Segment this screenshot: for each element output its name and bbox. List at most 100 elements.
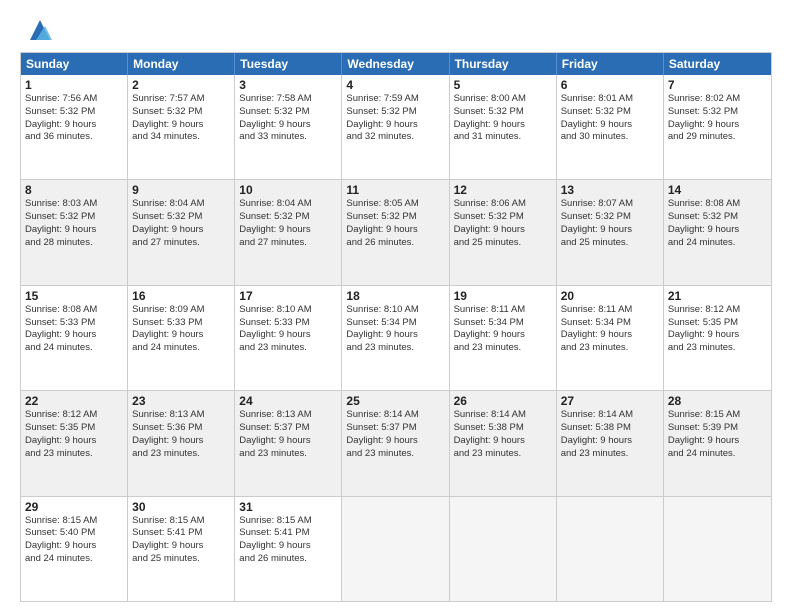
cell-line: Sunrise: 8:11 AM — [561, 304, 659, 317]
calendar-row-2: 8Sunrise: 8:03 AMSunset: 5:32 PMDaylight… — [21, 179, 771, 284]
day-number: 8 — [25, 183, 123, 197]
cell-line: Sunrise: 8:14 AM — [454, 409, 552, 422]
cell-line: and 27 minutes. — [132, 237, 230, 250]
calendar-row-4: 22Sunrise: 8:12 AMSunset: 5:35 PMDayligh… — [21, 390, 771, 495]
day-cell-18: 18Sunrise: 8:10 AMSunset: 5:34 PMDayligh… — [342, 286, 449, 390]
cell-line: and 29 minutes. — [668, 131, 767, 144]
day-cell-4: 4Sunrise: 7:59 AMSunset: 5:32 PMDaylight… — [342, 75, 449, 179]
day-cell-31: 31Sunrise: 8:15 AMSunset: 5:41 PMDayligh… — [235, 497, 342, 601]
day-cell-20: 20Sunrise: 8:11 AMSunset: 5:34 PMDayligh… — [557, 286, 664, 390]
cell-line: Daylight: 9 hours — [346, 119, 444, 132]
cell-line: and 24 minutes. — [25, 553, 123, 566]
day-cell-27: 27Sunrise: 8:14 AMSunset: 5:38 PMDayligh… — [557, 391, 664, 495]
logo-icon — [26, 16, 54, 44]
cell-line: Daylight: 9 hours — [454, 435, 552, 448]
cell-line: and 24 minutes. — [132, 342, 230, 355]
cell-line: Sunset: 5:37 PM — [239, 422, 337, 435]
day-number: 6 — [561, 78, 659, 92]
cell-line: and 23 minutes. — [346, 342, 444, 355]
cell-line: Sunrise: 8:14 AM — [346, 409, 444, 422]
cell-line: Sunrise: 8:03 AM — [25, 198, 123, 211]
cell-line: Sunset: 5:39 PM — [668, 422, 767, 435]
cell-line: Sunrise: 8:06 AM — [454, 198, 552, 211]
weekday-header-sunday: Sunday — [21, 53, 128, 75]
cell-line: Daylight: 9 hours — [239, 119, 337, 132]
cell-line: Sunset: 5:32 PM — [346, 106, 444, 119]
day-cell-21: 21Sunrise: 8:12 AMSunset: 5:35 PMDayligh… — [664, 286, 771, 390]
cell-line: and 24 minutes. — [668, 237, 767, 250]
cell-line: Sunset: 5:32 PM — [25, 106, 123, 119]
cell-line: Sunrise: 8:15 AM — [239, 515, 337, 528]
cell-line: Sunrise: 8:14 AM — [561, 409, 659, 422]
cell-line: Daylight: 9 hours — [561, 119, 659, 132]
cell-line: and 23 minutes. — [239, 342, 337, 355]
empty-cell — [664, 497, 771, 601]
day-number: 19 — [454, 289, 552, 303]
cell-line: Daylight: 9 hours — [454, 329, 552, 342]
cell-line: Sunrise: 8:07 AM — [561, 198, 659, 211]
cell-line: Sunset: 5:38 PM — [454, 422, 552, 435]
cell-line: Daylight: 9 hours — [25, 540, 123, 553]
cell-line: and 25 minutes. — [132, 553, 230, 566]
cell-line: Sunrise: 8:15 AM — [668, 409, 767, 422]
cell-line: Sunrise: 8:08 AM — [668, 198, 767, 211]
day-cell-12: 12Sunrise: 8:06 AMSunset: 5:32 PMDayligh… — [450, 180, 557, 284]
cell-line: and 28 minutes. — [25, 237, 123, 250]
cell-line: Sunrise: 7:59 AM — [346, 93, 444, 106]
day-cell-25: 25Sunrise: 8:14 AMSunset: 5:37 PMDayligh… — [342, 391, 449, 495]
calendar-row-3: 15Sunrise: 8:08 AMSunset: 5:33 PMDayligh… — [21, 285, 771, 390]
cell-line: Sunrise: 8:11 AM — [454, 304, 552, 317]
cell-line: Sunset: 5:32 PM — [239, 211, 337, 224]
calendar-row-1: 1Sunrise: 7:56 AMSunset: 5:32 PMDaylight… — [21, 75, 771, 179]
day-cell-23: 23Sunrise: 8:13 AMSunset: 5:36 PMDayligh… — [128, 391, 235, 495]
cell-line: and 24 minutes. — [668, 448, 767, 461]
cell-line: Sunset: 5:33 PM — [132, 317, 230, 330]
day-number: 7 — [668, 78, 767, 92]
day-number: 25 — [346, 394, 444, 408]
cell-line: Sunrise: 8:01 AM — [561, 93, 659, 106]
day-cell-9: 9Sunrise: 8:04 AMSunset: 5:32 PMDaylight… — [128, 180, 235, 284]
cell-line: and 23 minutes. — [668, 342, 767, 355]
cell-line: Sunset: 5:34 PM — [454, 317, 552, 330]
cell-line: Daylight: 9 hours — [668, 224, 767, 237]
cell-line: Sunset: 5:32 PM — [561, 106, 659, 119]
day-cell-15: 15Sunrise: 8:08 AMSunset: 5:33 PMDayligh… — [21, 286, 128, 390]
cell-line: Sunset: 5:41 PM — [132, 527, 230, 540]
page: SundayMondayTuesdayWednesdayThursdayFrid… — [0, 0, 792, 612]
cell-line: Daylight: 9 hours — [668, 119, 767, 132]
weekday-header-friday: Friday — [557, 53, 664, 75]
day-number: 21 — [668, 289, 767, 303]
header — [20, 16, 772, 44]
cell-line: Sunrise: 8:08 AM — [25, 304, 123, 317]
cell-line: Sunset: 5:32 PM — [668, 211, 767, 224]
cell-line: Daylight: 9 hours — [132, 540, 230, 553]
day-number: 23 — [132, 394, 230, 408]
cell-line: Daylight: 9 hours — [239, 540, 337, 553]
cell-line: Daylight: 9 hours — [454, 119, 552, 132]
day-cell-22: 22Sunrise: 8:12 AMSunset: 5:35 PMDayligh… — [21, 391, 128, 495]
cell-line: Sunrise: 8:10 AM — [239, 304, 337, 317]
cell-line: Sunrise: 8:13 AM — [132, 409, 230, 422]
day-cell-19: 19Sunrise: 8:11 AMSunset: 5:34 PMDayligh… — [450, 286, 557, 390]
cell-line: Daylight: 9 hours — [346, 435, 444, 448]
day-cell-30: 30Sunrise: 8:15 AMSunset: 5:41 PMDayligh… — [128, 497, 235, 601]
empty-cell — [557, 497, 664, 601]
day-cell-17: 17Sunrise: 8:10 AMSunset: 5:33 PMDayligh… — [235, 286, 342, 390]
cell-line: Sunrise: 8:12 AM — [668, 304, 767, 317]
cell-line: Sunrise: 8:10 AM — [346, 304, 444, 317]
cell-line: Sunrise: 8:15 AM — [132, 515, 230, 528]
cell-line: and 33 minutes. — [239, 131, 337, 144]
day-number: 11 — [346, 183, 444, 197]
weekday-header-wednesday: Wednesday — [342, 53, 449, 75]
cell-line: and 26 minutes. — [346, 237, 444, 250]
cell-line: Sunset: 5:34 PM — [561, 317, 659, 330]
day-number: 18 — [346, 289, 444, 303]
day-cell-2: 2Sunrise: 7:57 AMSunset: 5:32 PMDaylight… — [128, 75, 235, 179]
cell-line: and 25 minutes. — [454, 237, 552, 250]
cell-line: and 26 minutes. — [239, 553, 337, 566]
cell-line: Daylight: 9 hours — [25, 329, 123, 342]
cell-line: Sunset: 5:32 PM — [132, 211, 230, 224]
day-number: 14 — [668, 183, 767, 197]
weekday-header-thursday: Thursday — [450, 53, 557, 75]
cell-line: Sunset: 5:33 PM — [25, 317, 123, 330]
